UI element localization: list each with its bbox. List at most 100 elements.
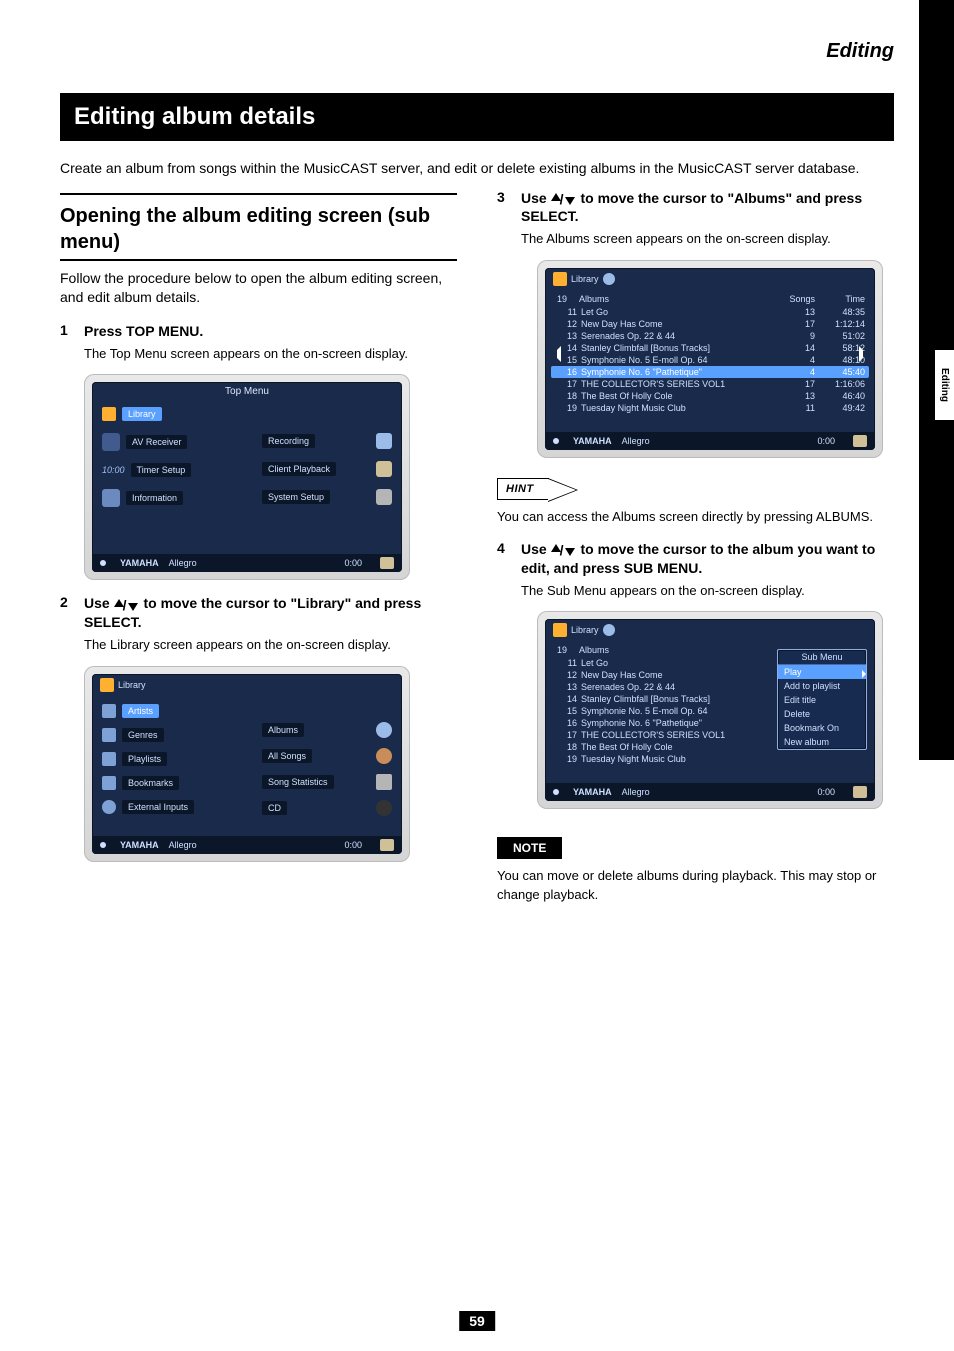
row-index: 19 (555, 403, 581, 413)
lib-item-albums: Albums (262, 722, 392, 738)
row-songs: 11 (775, 403, 815, 413)
row-name: Symphonie No. 6 "Pathetique" (581, 718, 771, 728)
brand-dot-icon (553, 438, 559, 444)
status-time: 0:00 (344, 840, 362, 850)
right-column: 3 Use / to move the cursor to "Albums" a… (497, 189, 894, 904)
row-index: 18 (555, 391, 581, 401)
tm-item-recording: Recording (262, 433, 392, 449)
note-label: NOTE (497, 837, 562, 859)
status-time: 0:00 (817, 787, 835, 797)
row-name: Serenades Op. 22 & 44 (581, 331, 775, 341)
status-bar: YAMAHA Allegro 0:00 (92, 836, 402, 854)
hint-label: HINT (506, 483, 534, 495)
step-description: The Library screen appears on the on-scr… (84, 636, 457, 654)
row-songs: 17 (775, 379, 815, 389)
intro-paragraph: Create an album from songs within the Mu… (60, 159, 894, 179)
cmd-pre: Use (521, 541, 551, 557)
brand-dot-icon (100, 842, 106, 848)
table-row: 13Serenades Op. 22 & 44 (551, 681, 775, 693)
row-name: Stanley Climbfall [Bonus Tracks] (581, 343, 775, 353)
tm-item-library: Library (102, 407, 232, 421)
disc-icon (603, 624, 615, 636)
row-index: 18 (555, 742, 581, 752)
song-statistics-icon (376, 774, 392, 790)
running-head: Editing (60, 40, 894, 63)
step-command: Use / to move the cursor to the album yo… (521, 540, 894, 578)
cd-icon (376, 800, 392, 816)
lib-item-song-statistics: Song Statistics (262, 774, 392, 790)
row-name: Let Go (581, 658, 771, 668)
all-songs-icon (376, 748, 392, 764)
row-index: 11 (555, 307, 581, 317)
table-row: 14Stanley Climbfall [Bonus Tracks]1458:1… (551, 342, 869, 354)
step-2: 2 Use / to move the cursor to "Library" … (60, 594, 457, 653)
step-command: Use / to move the cursor to "Library" an… (84, 594, 457, 632)
table-row: 19Tuesday Night Music Club (551, 753, 775, 765)
status-bar: YAMAHA Allegro 0:00 (545, 783, 875, 801)
manual-page: Editing Editing Editing album details Cr… (0, 0, 954, 1351)
table-row: 11Let Go (551, 657, 775, 669)
tm-item-av-receiver: AV Receiver (102, 433, 232, 451)
row-time: 48:35 (815, 307, 865, 317)
two-column-layout: Opening the album editing screen (sub me… (60, 189, 894, 904)
sub-menu-panel: Sub Menu PlayAdd to playlistEdit titleDe… (777, 649, 867, 750)
status-time: 0:00 (817, 436, 835, 446)
lib-label: Bookmarks (122, 776, 179, 790)
row-name: Symphonie No. 5 E-moll Op. 64 (581, 355, 775, 365)
left-arrow-icon (545, 346, 561, 362)
row-index: 19 (555, 754, 581, 764)
hint-flag: HINT (497, 478, 549, 500)
lib-item-playlists: Playlists (102, 752, 232, 766)
step-description: The Albums screen appears on the on-scre… (521, 230, 894, 248)
count-cell: 19 (557, 294, 579, 304)
cmd-pre: Use (84, 595, 114, 611)
col-albums: Albums (579, 294, 775, 304)
row-songs: 4 (775, 355, 815, 365)
row-index: 16 (555, 718, 581, 728)
hint-text: You can access the Albums screen directl… (497, 508, 894, 526)
sub-menu-item: Edit title (778, 693, 866, 707)
screenshot-albums-list: Library 19 Albums Songs Time 11Let Go134… (537, 260, 883, 458)
step-description: The Top Menu screen appears on the on-sc… (84, 345, 457, 363)
col-songs: Songs (775, 294, 815, 304)
tm-item-timer-setup: 10:00 Timer Setup (102, 463, 232, 477)
row-index: 17 (555, 379, 581, 389)
up-down-icon: / (114, 599, 140, 611)
external-inputs-icon (102, 800, 116, 814)
lib-label: All Songs (262, 749, 312, 763)
table-row: 17THE COLLECTOR'S SERIES VOL1171:16:06 (551, 378, 869, 390)
library-icon (553, 623, 567, 637)
row-index: 13 (555, 331, 581, 341)
tm-label: Client Playback (262, 462, 336, 476)
lib-item-artists: Artists (102, 704, 232, 718)
note-icon (853, 786, 867, 798)
client-playback-icon (376, 461, 392, 477)
sub-menu-item: Play (778, 665, 866, 679)
row-index: 17 (555, 730, 581, 740)
note-icon (380, 557, 394, 569)
lib-label: Genres (122, 728, 164, 742)
row-index: 16 (555, 367, 581, 377)
screenshot-top-menu: Top Menu Library AV Receiver (84, 374, 410, 580)
row-name: THE COLLECTOR'S SERIES VOL1 (581, 730, 771, 740)
breadcrumb: Library (118, 680, 146, 690)
row-songs: 14 (775, 343, 815, 353)
row-songs: 4 (775, 367, 815, 377)
table-row: 12New Day Has Come171:12:14 (551, 318, 869, 330)
status-time: 0:00 (344, 558, 362, 568)
table-row: 12New Day Has Come (551, 669, 775, 681)
system-setup-icon (376, 489, 392, 505)
playlists-icon (102, 752, 116, 766)
step-description: The Sub Menu appears on the on-screen di… (521, 582, 894, 600)
lib-label: Albums (262, 723, 304, 737)
lib-item-genres: Genres (102, 728, 232, 742)
breadcrumb: Library (571, 274, 599, 284)
sub-paragraph: Follow the procedure below to open the a… (60, 269, 457, 308)
step-number: 1 (60, 322, 74, 362)
step-number: 2 (60, 594, 74, 653)
note-icon (380, 839, 394, 851)
brand-label: YAMAHA (120, 558, 159, 568)
table-row: 17THE COLLECTOR'S SERIES VOL1 (551, 729, 775, 741)
genres-icon (102, 728, 116, 742)
status-bar: YAMAHA Allegro 0:00 (545, 432, 875, 450)
